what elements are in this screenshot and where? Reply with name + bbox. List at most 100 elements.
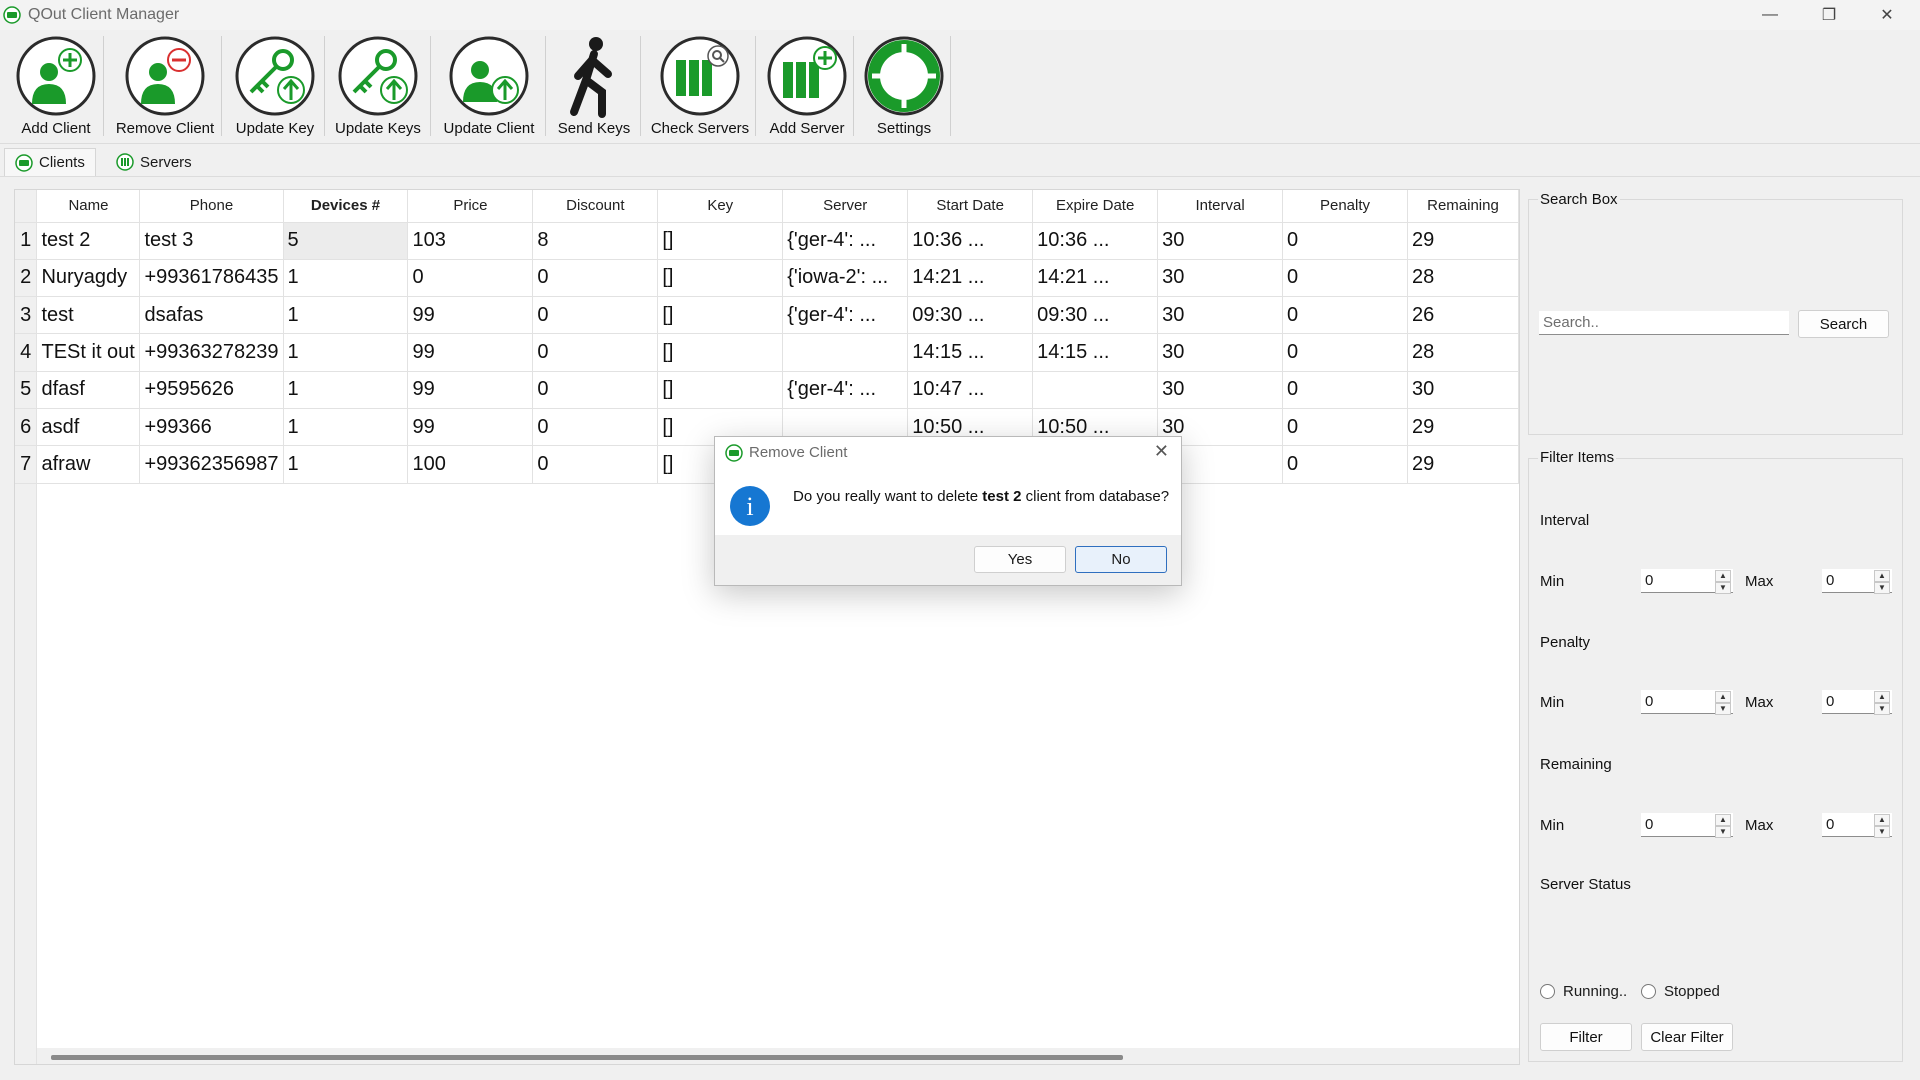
filter-button[interactable]: Filter <box>1540 1023 1632 1051</box>
column-header[interactable]: Expire Date <box>1032 190 1159 223</box>
table-cell[interactable]: afraw <box>36 445 141 484</box>
table-cell[interactable]: 10:36 ... <box>1032 222 1159 260</box>
table-cell[interactable]: 09:30 ... <box>907 296 1034 335</box>
table-cell[interactable]: {'ger-4': ... <box>782 222 909 260</box>
row-number[interactable]: 6 <box>15 408 38 447</box>
clients-table[interactable]: Name Phone Devices # Price Discount Key … <box>14 189 1520 1065</box>
table-cell[interactable]: 99 <box>407 333 534 372</box>
table-cell[interactable]: 30 <box>1157 371 1284 409</box>
table-cell[interactable]: 0 <box>1282 222 1408 260</box>
table-cell[interactable]: {'ger-4': ... <box>782 296 909 335</box>
search-input[interactable] <box>1539 311 1789 335</box>
spin-up-icon[interactable]: ▲ <box>1874 814 1890 826</box>
check-servers-button[interactable]: Check Servers <box>650 34 750 140</box>
update-keys-button[interactable]: Update Keys <box>334 34 422 140</box>
table-cell[interactable] <box>782 333 909 372</box>
table-cell[interactable]: {'iowa-2': ... <box>782 259 909 298</box>
dialog-close-icon[interactable]: ✕ <box>1154 441 1169 462</box>
table-cell[interactable]: 28 <box>1407 333 1519 372</box>
table-cell[interactable]: 09:30 ... <box>1032 296 1159 335</box>
column-header[interactable]: Discount <box>532 190 659 223</box>
send-keys-button[interactable]: Send Keys <box>552 34 636 140</box>
remove-client-dialog[interactable]: Remove Client ✕ i Do you really want to … <box>714 436 1182 586</box>
table-cell[interactable]: 10:36 ... <box>907 222 1034 260</box>
table-row[interactable]: 5 dfasf +9595626 1 99 0[] {'ger-4': ... 10:47 .… <box>15 371 1519 409</box>
column-header[interactable]: Penalty <box>1282 190 1408 223</box>
column-header[interactable]: Phone <box>139 190 284 223</box>
table-cell[interactable]: 0 <box>1282 445 1408 484</box>
table-cell[interactable]: 29 <box>1407 408 1519 447</box>
table-cell[interactable]: 0 <box>532 259 659 298</box>
update-client-button[interactable]: Update Client <box>440 34 538 140</box>
table-cell[interactable]: 30 <box>1157 296 1284 335</box>
spin-arrows[interactable]: ▲ ▼ <box>1715 814 1731 838</box>
column-header[interactable]: Server <box>782 190 909 223</box>
table-cell[interactable]: 0 <box>532 333 659 372</box>
table-cell[interactable]: [] <box>657 259 784 298</box>
clear-filter-button[interactable]: Clear Filter <box>1641 1023 1733 1051</box>
table-cell[interactable]: test 3 <box>139 222 284 260</box>
table-cell[interactable]: 30 <box>1407 371 1519 409</box>
table-cell[interactable]: +99362356987 <box>139 445 284 484</box>
close-button[interactable]: ✕ <box>1858 0 1916 30</box>
dialog-title-bar[interactable]: Remove Client ✕ <box>715 437 1181 469</box>
table-cell[interactable]: 0 <box>532 445 659 484</box>
table-cell[interactable]: test <box>36 296 141 335</box>
table-cell[interactable]: 100 <box>407 445 534 484</box>
table-cell[interactable]: test 2 <box>36 222 141 260</box>
spin-up-icon[interactable]: ▲ <box>1715 691 1731 703</box>
penalty-max-spinbox[interactable]: 0 ▲ ▼ <box>1822 690 1892 715</box>
row-number[interactable]: 1 <box>15 222 38 260</box>
restore-button[interactable]: ❐ <box>1800 0 1858 30</box>
horizontal-scrollbar[interactable] <box>37 1048 1519 1064</box>
spin-arrows[interactable]: ▲ ▼ <box>1874 570 1890 594</box>
remove-client-button[interactable]: Remove Client <box>115 34 215 140</box>
row-number[interactable]: 7 <box>15 445 38 484</box>
table-cell[interactable]: +99363278239 <box>139 333 284 372</box>
table-cell[interactable]: +99366 <box>139 408 284 447</box>
tab-clients[interactable]: Clients <box>4 148 96 176</box>
table-cell[interactable]: Nuryagdy <box>36 259 141 298</box>
table-cell[interactable]: 28 <box>1407 259 1519 298</box>
spin-arrows[interactable]: ▲ ▼ <box>1715 570 1731 594</box>
tab-servers[interactable]: Servers <box>106 148 202 176</box>
add-client-button[interactable]: Add Client <box>14 34 98 140</box>
table-cell[interactable]: [] <box>657 296 784 335</box>
table-cell[interactable]: 0 <box>532 408 659 447</box>
settings-button[interactable]: Settings <box>862 34 946 140</box>
spin-down-icon[interactable]: ▼ <box>1715 826 1731 838</box>
table-cell[interactable]: 30 <box>1157 333 1284 372</box>
spin-down-icon[interactable]: ▼ <box>1874 826 1890 838</box>
spin-up-icon[interactable]: ▲ <box>1874 691 1890 703</box>
table-cell[interactable]: 14:21 ... <box>907 259 1034 298</box>
table-cell[interactable]: dsafas <box>139 296 284 335</box>
table-cell[interactable]: 0 <box>407 259 534 298</box>
column-header[interactable]: Devices # <box>283 190 409 223</box>
table-cell[interactable]: 99 <box>407 408 534 447</box>
table-cell[interactable]: [] <box>657 333 784 372</box>
add-server-button[interactable]: Add Server <box>765 34 849 140</box>
table-cell[interactable]: 99 <box>407 371 534 409</box>
table-cell[interactable]: {'ger-4': ... <box>782 371 909 409</box>
table-cell[interactable]: 29 <box>1407 222 1519 260</box>
table-cell[interactable]: 14:15 ... <box>1032 333 1159 372</box>
table-cell[interactable]: 1 <box>283 333 409 372</box>
spin-down-icon[interactable]: ▼ <box>1715 703 1731 715</box>
spin-up-icon[interactable]: ▲ <box>1715 570 1731 582</box>
column-header[interactable]: Start Date <box>907 190 1034 223</box>
column-header[interactable]: Remaining <box>1407 190 1519 223</box>
spin-arrows[interactable]: ▲ ▼ <box>1715 691 1731 715</box>
row-number[interactable]: 3 <box>15 296 38 335</box>
spin-up-icon[interactable]: ▲ <box>1874 570 1890 582</box>
no-button[interactable]: No <box>1075 546 1167 573</box>
table-cell[interactable]: 0 <box>532 371 659 409</box>
table-cell[interactable]: 0 <box>1282 408 1408 447</box>
table-cell[interactable]: +9595626 <box>139 371 284 409</box>
spin-up-icon[interactable]: ▲ <box>1715 814 1731 826</box>
row-number[interactable]: 5 <box>15 371 38 409</box>
spin-arrows[interactable]: ▲ ▼ <box>1874 691 1890 715</box>
table-cell[interactable]: 1 <box>283 445 409 484</box>
table-cell[interactable]: 0 <box>532 296 659 335</box>
table-cell[interactable]: 1 <box>283 408 409 447</box>
row-number[interactable]: 4 <box>15 333 38 372</box>
